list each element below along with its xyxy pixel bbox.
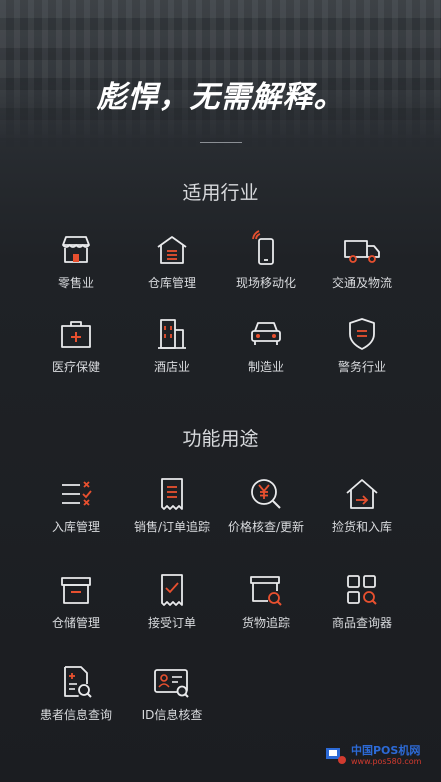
industry-label: 交通及物流 <box>331 276 392 290</box>
function-item-picking[interactable]: 捡货和入库 <box>307 474 417 535</box>
mobile-signal-icon <box>252 230 274 265</box>
car-icon <box>251 322 281 345</box>
order-check-icon <box>161 574 183 606</box>
industry-label: 医疗保健 <box>51 360 100 374</box>
truck-icon <box>344 240 380 263</box>
goods-tracking-icon <box>250 576 282 606</box>
price-search-icon <box>251 479 281 509</box>
function-label: 捡货和入库 <box>331 520 392 534</box>
industry-item-manufacturing[interactable]: 制造业 <box>211 314 321 375</box>
industry-item-police[interactable]: 警务行业 <box>307 314 417 375</box>
function-item-id-check[interactable]: ID信息核查 <box>117 662 227 723</box>
function-label: ID信息核查 <box>141 708 203 722</box>
industry-label: 现场移动化 <box>235 276 296 290</box>
function-item-price-check[interactable]: 价格核查/更新 <box>211 474 321 535</box>
store-icon <box>62 236 90 263</box>
industries-section-title: 适用行业 <box>182 182 259 204</box>
hero-title: 彪悍，无需解释。 <box>96 80 345 115</box>
watermark-line1: 中国POS机网 <box>351 743 421 757</box>
function-item-storage[interactable]: 仓储管理 <box>21 570 131 631</box>
watermark-line2: www.pos580.com <box>351 756 422 766</box>
industry-item-logistics[interactable]: 交通及物流 <box>307 230 417 291</box>
receipt-icon <box>161 478 183 510</box>
function-item-product-query[interactable]: 商品查询器 <box>307 570 417 631</box>
police-badge-icon <box>349 318 375 350</box>
function-item-goods-tracking[interactable]: 货物追踪 <box>211 570 321 631</box>
patient-record-icon <box>64 666 92 698</box>
functions-section-title: 功能用途 <box>182 428 259 450</box>
id-card-search-icon <box>154 669 189 698</box>
hotel-building-icon <box>158 319 186 349</box>
function-label: 入库管理 <box>51 520 100 534</box>
industry-item-retail[interactable]: 零售业 <box>21 230 131 291</box>
industry-item-field-mobility[interactable]: 现场移动化 <box>211 230 321 291</box>
industry-label: 警务行业 <box>337 360 386 374</box>
medical-kit-icon <box>61 321 91 348</box>
pos-logo-icon <box>323 744 347 766</box>
industry-label: 制造业 <box>247 360 284 374</box>
function-label: 价格核查/更新 <box>227 520 305 534</box>
function-item-inbound[interactable]: 入库管理 <box>21 474 131 535</box>
function-label: 仓储管理 <box>51 616 100 630</box>
product-grid-search-icon <box>347 575 377 605</box>
function-label: 患者信息查询 <box>39 708 112 722</box>
warehouse-icon <box>157 236 187 264</box>
storage-box-icon <box>61 577 91 604</box>
function-label: 货物追踪 <box>241 616 290 630</box>
function-label: 商品查询器 <box>331 616 392 630</box>
industry-item-healthcare[interactable]: 医疗保健 <box>21 314 131 375</box>
watermark-logo: 中国POS机网 www.pos580.com <box>323 742 435 768</box>
checklist-icon <box>62 481 92 506</box>
function-item-patient-info[interactable]: 患者信息查询 <box>21 662 131 723</box>
hero-divider <box>200 142 242 143</box>
home-arrow-icon <box>346 479 378 509</box>
industry-label: 零售业 <box>57 276 94 290</box>
